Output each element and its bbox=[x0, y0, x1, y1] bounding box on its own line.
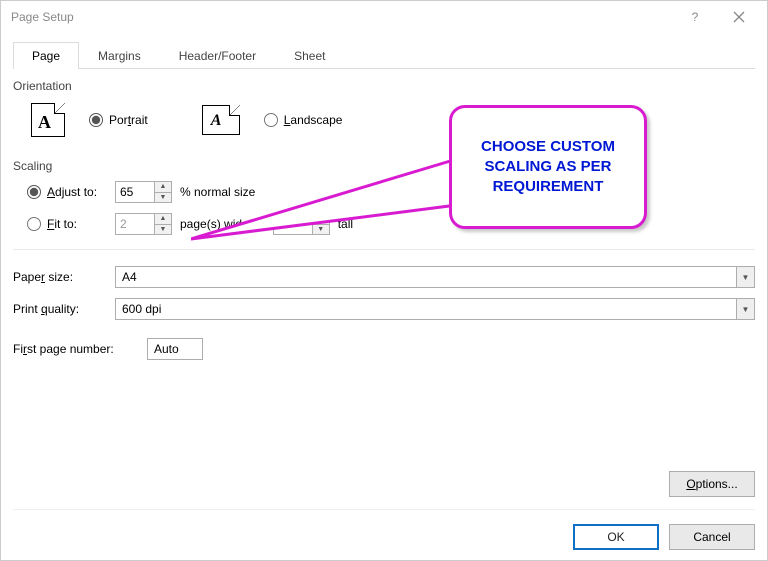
radio-fit-to-input[interactable] bbox=[27, 217, 41, 231]
spin-down-icon[interactable]: ▼ bbox=[155, 193, 171, 203]
paper-size-label: Paper size: bbox=[13, 270, 107, 284]
paper-size-value: A4 bbox=[116, 267, 736, 287]
fit-tall-spinner[interactable]: ▲▼ bbox=[273, 213, 330, 235]
spin-up-icon[interactable]: ▲ bbox=[155, 214, 171, 225]
fit-tall-input[interactable] bbox=[274, 214, 312, 234]
first-page-number-input[interactable] bbox=[147, 338, 203, 360]
radio-adjust-to[interactable]: Adjust to: bbox=[27, 185, 107, 199]
chevron-down-icon[interactable]: ▼ bbox=[736, 267, 754, 287]
ok-button[interactable]: OK bbox=[573, 524, 659, 550]
spin-down-icon[interactable]: ▼ bbox=[155, 225, 171, 235]
fit-tall-spin-buttons[interactable]: ▲▼ bbox=[312, 214, 329, 234]
radio-portrait-input[interactable] bbox=[89, 113, 103, 127]
radio-adjust-to-input[interactable] bbox=[27, 185, 41, 199]
tab-header-footer[interactable]: Header/Footer bbox=[160, 42, 275, 69]
print-quality-combo[interactable]: 600 dpi ▼ bbox=[115, 298, 755, 320]
orientation-label: Orientation bbox=[13, 79, 755, 93]
close-icon bbox=[733, 11, 745, 23]
portrait-icon: A bbox=[31, 103, 65, 137]
adjust-spin-buttons[interactable]: ▲▼ bbox=[154, 182, 171, 202]
radio-landscape[interactable]: Landscape bbox=[264, 113, 343, 127]
fit-wide-input[interactable] bbox=[116, 214, 154, 234]
radio-portrait-label: Portrait bbox=[109, 113, 148, 127]
tab-sheet[interactable]: Sheet bbox=[275, 42, 344, 69]
cancel-button[interactable]: Cancel bbox=[669, 524, 755, 550]
fit-wide-spinner[interactable]: ▲▼ bbox=[115, 213, 172, 235]
spin-down-icon[interactable]: ▼ bbox=[313, 225, 329, 235]
landscape-icon: A bbox=[202, 105, 240, 135]
print-quality-label: Print quality: bbox=[13, 302, 107, 316]
radio-landscape-input[interactable] bbox=[264, 113, 278, 127]
radio-fit-to[interactable]: Fit to: bbox=[27, 217, 107, 231]
options-button[interactable]: Options... bbox=[669, 471, 755, 497]
annotation-callout: CHOOSE CUSTOM SCALING AS PER REQUIREMENT bbox=[449, 105, 647, 229]
fit-mid-label: page(s) wide by bbox=[180, 217, 265, 231]
chevron-down-icon[interactable]: ▼ bbox=[736, 299, 754, 319]
dialog-footer: Options... OK Cancel bbox=[13, 463, 755, 550]
help-button[interactable]: ? bbox=[673, 3, 717, 31]
spin-up-icon[interactable]: ▲ bbox=[155, 182, 171, 193]
tab-margins[interactable]: Margins bbox=[79, 42, 160, 69]
paper-size-row: Paper size: A4 ▼ bbox=[13, 266, 755, 288]
page-setup-dialog: Page Setup ? Page Margins Header/Footer … bbox=[0, 0, 768, 561]
fit-wide-spin-buttons[interactable]: ▲▼ bbox=[154, 214, 171, 234]
radio-portrait[interactable]: Portrait bbox=[89, 113, 148, 127]
tab-page[interactable]: Page bbox=[13, 42, 79, 69]
print-quality-value: 600 dpi bbox=[116, 299, 736, 319]
radio-fit-to-label: Fit to: bbox=[47, 217, 77, 231]
radio-landscape-label: Landscape bbox=[284, 113, 343, 127]
paper-size-combo[interactable]: A4 ▼ bbox=[115, 266, 755, 288]
spin-up-icon[interactable]: ▲ bbox=[313, 214, 329, 225]
fit-suffix: tall bbox=[338, 217, 353, 231]
adjust-value-input[interactable] bbox=[116, 182, 154, 202]
radio-adjust-to-label: Adjust to: bbox=[47, 185, 97, 199]
window-title: Page Setup bbox=[11, 10, 673, 24]
print-quality-row: Print quality: 600 dpi ▼ bbox=[13, 298, 755, 320]
dialog-body: Page Margins Header/Footer Sheet Orienta… bbox=[1, 33, 767, 560]
adjust-value-spinner[interactable]: ▲▼ bbox=[115, 181, 172, 203]
first-page-number-label: First page number: bbox=[13, 342, 139, 356]
page-options: Paper size: A4 ▼ Print quality: 600 dpi … bbox=[13, 266, 755, 360]
adjust-suffix: % normal size bbox=[180, 185, 255, 199]
titlebar: Page Setup ? bbox=[1, 1, 767, 33]
close-button[interactable] bbox=[717, 3, 761, 31]
first-page-number-row: First page number: bbox=[13, 338, 755, 360]
tabstrip: Page Margins Header/Footer Sheet bbox=[13, 41, 755, 69]
